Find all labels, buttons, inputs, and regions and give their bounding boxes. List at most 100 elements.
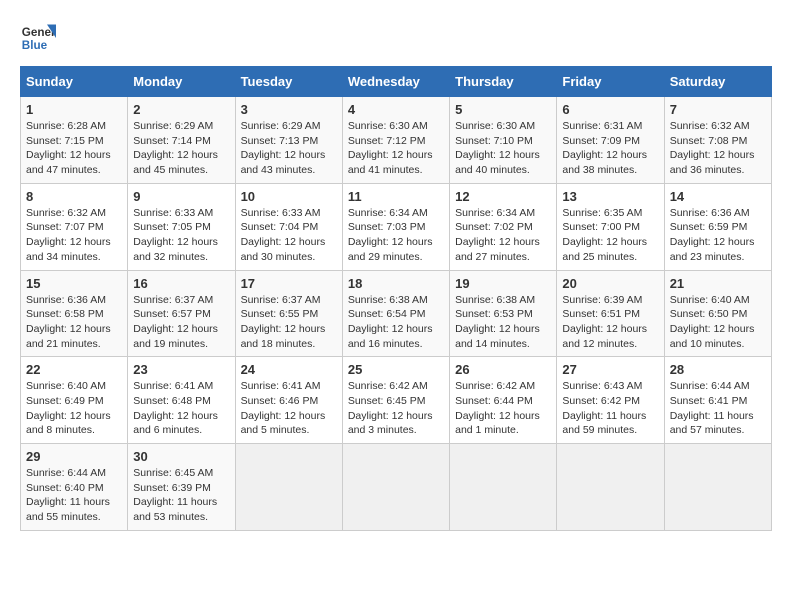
page-header: General Blue bbox=[20, 20, 772, 56]
day-number: 27 bbox=[562, 362, 658, 377]
day-info: Sunrise: 6:41 AMSunset: 6:48 PMDaylight:… bbox=[133, 380, 218, 436]
calendar-cell bbox=[557, 444, 664, 531]
calendar-cell: 1 Sunrise: 6:28 AMSunset: 7:15 PMDayligh… bbox=[21, 97, 128, 184]
day-info: Sunrise: 6:36 AMSunset: 6:59 PMDaylight:… bbox=[670, 207, 755, 263]
day-number: 3 bbox=[241, 102, 337, 117]
day-number: 28 bbox=[670, 362, 766, 377]
day-number: 30 bbox=[133, 449, 229, 464]
day-info: Sunrise: 6:39 AMSunset: 6:51 PMDaylight:… bbox=[562, 294, 647, 350]
calendar-cell: 2 Sunrise: 6:29 AMSunset: 7:14 PMDayligh… bbox=[128, 97, 235, 184]
calendar-week-row: 22 Sunrise: 6:40 AMSunset: 6:49 PMDaylig… bbox=[21, 357, 772, 444]
calendar-cell: 3 Sunrise: 6:29 AMSunset: 7:13 PMDayligh… bbox=[235, 97, 342, 184]
day-info: Sunrise: 6:40 AMSunset: 6:50 PMDaylight:… bbox=[670, 294, 755, 350]
day-info: Sunrise: 6:30 AMSunset: 7:12 PMDaylight:… bbox=[348, 120, 433, 176]
calendar-week-row: 1 Sunrise: 6:28 AMSunset: 7:15 PMDayligh… bbox=[21, 97, 772, 184]
logo: General Blue bbox=[20, 20, 56, 56]
calendar-cell: 14 Sunrise: 6:36 AMSunset: 6:59 PMDaylig… bbox=[664, 183, 771, 270]
day-number: 26 bbox=[455, 362, 551, 377]
day-info: Sunrise: 6:35 AMSunset: 7:00 PMDaylight:… bbox=[562, 207, 647, 263]
calendar-table: SundayMondayTuesdayWednesdayThursdayFrid… bbox=[20, 66, 772, 531]
day-info: Sunrise: 6:28 AMSunset: 7:15 PMDaylight:… bbox=[26, 120, 111, 176]
day-info: Sunrise: 6:36 AMSunset: 6:58 PMDaylight:… bbox=[26, 294, 111, 350]
day-number: 29 bbox=[26, 449, 122, 464]
day-number: 2 bbox=[133, 102, 229, 117]
logo-icon: General Blue bbox=[20, 20, 56, 56]
day-number: 14 bbox=[670, 189, 766, 204]
calendar-cell: 15 Sunrise: 6:36 AMSunset: 6:58 PMDaylig… bbox=[21, 270, 128, 357]
calendar-cell: 4 Sunrise: 6:30 AMSunset: 7:12 PMDayligh… bbox=[342, 97, 449, 184]
calendar-week-row: 29 Sunrise: 6:44 AMSunset: 6:40 PMDaylig… bbox=[21, 444, 772, 531]
day-info: Sunrise: 6:38 AMSunset: 6:54 PMDaylight:… bbox=[348, 294, 433, 350]
calendar-cell: 7 Sunrise: 6:32 AMSunset: 7:08 PMDayligh… bbox=[664, 97, 771, 184]
day-info: Sunrise: 6:33 AMSunset: 7:04 PMDaylight:… bbox=[241, 207, 326, 263]
svg-text:Blue: Blue bbox=[22, 39, 48, 52]
weekday-header: Saturday bbox=[664, 67, 771, 97]
day-number: 7 bbox=[670, 102, 766, 117]
day-number: 25 bbox=[348, 362, 444, 377]
calendar-cell: 5 Sunrise: 6:30 AMSunset: 7:10 PMDayligh… bbox=[450, 97, 557, 184]
day-number: 22 bbox=[26, 362, 122, 377]
weekday-header: Friday bbox=[557, 67, 664, 97]
calendar-cell: 20 Sunrise: 6:39 AMSunset: 6:51 PMDaylig… bbox=[557, 270, 664, 357]
day-info: Sunrise: 6:41 AMSunset: 6:46 PMDaylight:… bbox=[241, 380, 326, 436]
calendar-cell: 13 Sunrise: 6:35 AMSunset: 7:00 PMDaylig… bbox=[557, 183, 664, 270]
calendar-cell: 11 Sunrise: 6:34 AMSunset: 7:03 PMDaylig… bbox=[342, 183, 449, 270]
day-number: 6 bbox=[562, 102, 658, 117]
day-number: 16 bbox=[133, 276, 229, 291]
day-number: 11 bbox=[348, 189, 444, 204]
calendar-cell: 17 Sunrise: 6:37 AMSunset: 6:55 PMDaylig… bbox=[235, 270, 342, 357]
calendar-cell: 22 Sunrise: 6:40 AMSunset: 6:49 PMDaylig… bbox=[21, 357, 128, 444]
weekday-header: Thursday bbox=[450, 67, 557, 97]
day-number: 5 bbox=[455, 102, 551, 117]
calendar-cell: 30 Sunrise: 6:45 AMSunset: 6:39 PMDaylig… bbox=[128, 444, 235, 531]
day-info: Sunrise: 6:32 AMSunset: 7:08 PMDaylight:… bbox=[670, 120, 755, 176]
day-info: Sunrise: 6:38 AMSunset: 6:53 PMDaylight:… bbox=[455, 294, 540, 350]
calendar-week-row: 8 Sunrise: 6:32 AMSunset: 7:07 PMDayligh… bbox=[21, 183, 772, 270]
day-number: 1 bbox=[26, 102, 122, 117]
weekday-header: Tuesday bbox=[235, 67, 342, 97]
day-info: Sunrise: 6:32 AMSunset: 7:07 PMDaylight:… bbox=[26, 207, 111, 263]
day-info: Sunrise: 6:29 AMSunset: 7:14 PMDaylight:… bbox=[133, 120, 218, 176]
day-info: Sunrise: 6:44 AMSunset: 6:40 PMDaylight:… bbox=[26, 467, 110, 523]
calendar-cell: 21 Sunrise: 6:40 AMSunset: 6:50 PMDaylig… bbox=[664, 270, 771, 357]
day-info: Sunrise: 6:40 AMSunset: 6:49 PMDaylight:… bbox=[26, 380, 111, 436]
day-info: Sunrise: 6:33 AMSunset: 7:05 PMDaylight:… bbox=[133, 207, 218, 263]
day-number: 17 bbox=[241, 276, 337, 291]
calendar-cell: 9 Sunrise: 6:33 AMSunset: 7:05 PMDayligh… bbox=[128, 183, 235, 270]
weekday-header: Monday bbox=[128, 67, 235, 97]
calendar-cell: 26 Sunrise: 6:42 AMSunset: 6:44 PMDaylig… bbox=[450, 357, 557, 444]
day-number: 12 bbox=[455, 189, 551, 204]
day-number: 8 bbox=[26, 189, 122, 204]
day-number: 15 bbox=[26, 276, 122, 291]
day-info: Sunrise: 6:42 AMSunset: 6:44 PMDaylight:… bbox=[455, 380, 540, 436]
day-number: 9 bbox=[133, 189, 229, 204]
day-info: Sunrise: 6:34 AMSunset: 7:03 PMDaylight:… bbox=[348, 207, 433, 263]
calendar-cell: 6 Sunrise: 6:31 AMSunset: 7:09 PMDayligh… bbox=[557, 97, 664, 184]
calendar-cell: 12 Sunrise: 6:34 AMSunset: 7:02 PMDaylig… bbox=[450, 183, 557, 270]
day-info: Sunrise: 6:29 AMSunset: 7:13 PMDaylight:… bbox=[241, 120, 326, 176]
day-number: 24 bbox=[241, 362, 337, 377]
calendar-cell: 28 Sunrise: 6:44 AMSunset: 6:41 PMDaylig… bbox=[664, 357, 771, 444]
calendar-cell: 25 Sunrise: 6:42 AMSunset: 6:45 PMDaylig… bbox=[342, 357, 449, 444]
day-number: 19 bbox=[455, 276, 551, 291]
day-number: 23 bbox=[133, 362, 229, 377]
day-number: 21 bbox=[670, 276, 766, 291]
calendar-cell: 10 Sunrise: 6:33 AMSunset: 7:04 PMDaylig… bbox=[235, 183, 342, 270]
day-info: Sunrise: 6:31 AMSunset: 7:09 PMDaylight:… bbox=[562, 120, 647, 176]
weekday-header-row: SundayMondayTuesdayWednesdayThursdayFrid… bbox=[21, 67, 772, 97]
calendar-cell: 29 Sunrise: 6:44 AMSunset: 6:40 PMDaylig… bbox=[21, 444, 128, 531]
day-info: Sunrise: 6:43 AMSunset: 6:42 PMDaylight:… bbox=[562, 380, 646, 436]
day-info: Sunrise: 6:44 AMSunset: 6:41 PMDaylight:… bbox=[670, 380, 754, 436]
day-number: 18 bbox=[348, 276, 444, 291]
calendar-cell bbox=[342, 444, 449, 531]
calendar-cell: 19 Sunrise: 6:38 AMSunset: 6:53 PMDaylig… bbox=[450, 270, 557, 357]
calendar-cell: 23 Sunrise: 6:41 AMSunset: 6:48 PMDaylig… bbox=[128, 357, 235, 444]
day-info: Sunrise: 6:42 AMSunset: 6:45 PMDaylight:… bbox=[348, 380, 433, 436]
day-number: 10 bbox=[241, 189, 337, 204]
day-info: Sunrise: 6:30 AMSunset: 7:10 PMDaylight:… bbox=[455, 120, 540, 176]
calendar-cell: 24 Sunrise: 6:41 AMSunset: 6:46 PMDaylig… bbox=[235, 357, 342, 444]
calendar-week-row: 15 Sunrise: 6:36 AMSunset: 6:58 PMDaylig… bbox=[21, 270, 772, 357]
calendar-cell: 18 Sunrise: 6:38 AMSunset: 6:54 PMDaylig… bbox=[342, 270, 449, 357]
day-info: Sunrise: 6:45 AMSunset: 6:39 PMDaylight:… bbox=[133, 467, 217, 523]
day-number: 4 bbox=[348, 102, 444, 117]
